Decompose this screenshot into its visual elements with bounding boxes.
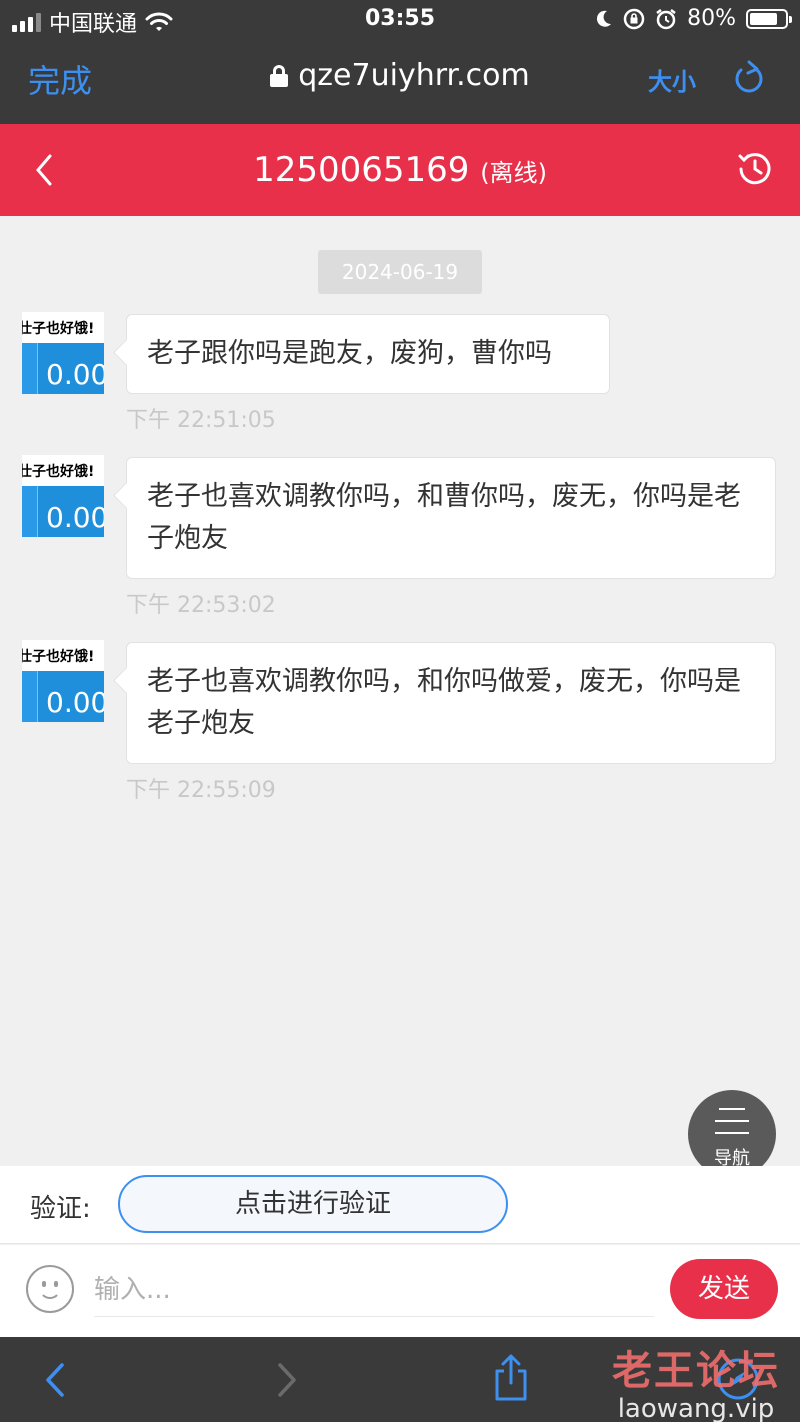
menu-icon [715, 1108, 749, 1134]
date-divider: 2024-06-19 [318, 250, 482, 294]
verify-button[interactable]: 点击进行验证 [118, 1175, 508, 1233]
browser-back-icon[interactable] [40, 1359, 70, 1401]
rotation-lock-icon [623, 8, 645, 29]
battery-icon [746, 8, 792, 29]
avatar-caption: 壮子也好饿! [22, 321, 95, 337]
verify-label: 验证: [30, 1194, 91, 1224]
verify-row: 验证: 点击进行验证 [0, 1166, 800, 1244]
message-bubble: 老子也喜欢调教你吗，和你吗做爱，废无，你吗是老子炮友 [126, 642, 776, 764]
status-right: 80% [595, 6, 792, 31]
message-bubble: 老子也喜欢调教你吗，和曹你吗，废无，你吗是老子炮友 [126, 457, 776, 579]
history-icon[interactable] [736, 150, 774, 188]
send-button[interactable]: 发送 [670, 1259, 778, 1319]
contact-id: 1250065169 [253, 150, 470, 190]
avatar[interactable]: 壮子也好饿! 0.00 [22, 312, 104, 394]
moon-icon [597, 10, 612, 27]
battery-percent: 80% [687, 6, 736, 31]
battery-fill [750, 12, 778, 25]
avatar-caption: 壮子也好饿! [22, 649, 95, 665]
url-text: qze7uiyhrr.com [298, 58, 530, 93]
avatar[interactable]: 壮子也好饿! 0.00 [22, 455, 104, 537]
browser-forward-icon[interactable] [272, 1359, 302, 1401]
composer: 发送 [0, 1245, 800, 1337]
compass-icon[interactable] [716, 1357, 760, 1401]
font-size-button[interactable]: 大小 [648, 62, 696, 97]
avatar-amount: 0.00 [46, 686, 104, 719]
message-input[interactable] [94, 1263, 654, 1317]
share-icon[interactable] [492, 1353, 530, 1403]
nav-button[interactable]: 导航 [688, 1090, 776, 1178]
alarm-icon [656, 8, 676, 29]
contact-status: (离线) [480, 159, 547, 187]
avatar[interactable]: 壮子也好饿! 0.00 [22, 640, 104, 722]
message-bubble: 老子跟你吗是跑友，废狗，曹你吗 [126, 314, 610, 394]
avatar-amount: 0.00 [46, 501, 104, 534]
lock-icon [270, 65, 289, 87]
avatar-amount: 0.00 [46, 358, 104, 391]
message-time: 下午 22:55:09 [126, 778, 276, 803]
avatar-caption: 壮子也好饿! [22, 464, 95, 480]
emoji-icon[interactable] [26, 1265, 74, 1313]
chat-title: 1250065169 (离线) [0, 150, 800, 190]
message-time: 下午 22:53:02 [126, 593, 276, 618]
status-bar: 中国联通 03:55 80% [0, 0, 800, 40]
browser-bar: 完成 qze7uiyhrr.com 大小 [0, 40, 800, 124]
reload-icon[interactable] [732, 58, 766, 98]
browser-toolbar [0, 1337, 800, 1422]
message-time: 下午 22:51:05 [126, 408, 276, 433]
chat-header: 1250065169 (离线) [0, 124, 800, 216]
